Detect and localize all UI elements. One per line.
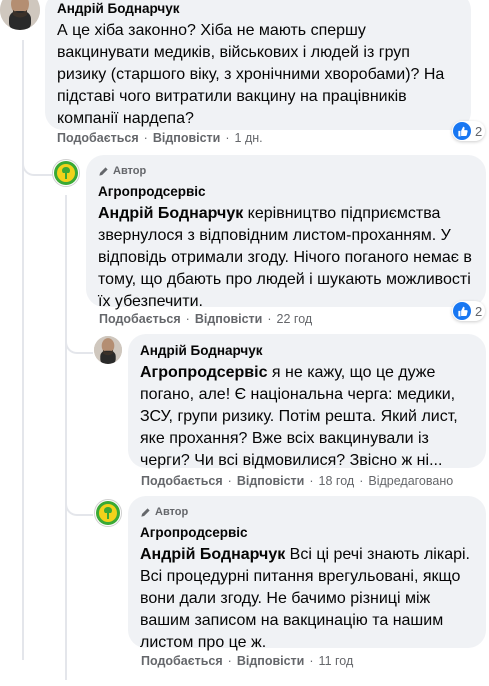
reply-actions: Подобається · Відповісти · 11 год xyxy=(141,654,353,668)
avatar[interactable] xyxy=(94,499,122,527)
reply-button[interactable]: Відповісти xyxy=(237,474,305,488)
comment-actions: Подобається · Відповісти · 1 дн. xyxy=(57,131,263,145)
like-reaction-icon xyxy=(453,302,471,320)
reply-text: Андрій Боднарчук Всі ці речі знають ліка… xyxy=(140,546,470,651)
timestamp[interactable]: 1 дн. xyxy=(235,131,263,145)
like-button[interactable]: Подобається xyxy=(141,474,223,488)
reply-bubble: Автор Агропродсервіс Андрій Боднарчук Вс… xyxy=(128,496,486,651)
thread-curve-reply-2 xyxy=(65,320,93,354)
user-photo-icon xyxy=(0,0,40,30)
thread-curve-reply-1 xyxy=(22,150,52,176)
reply-actions: Подобається · Відповісти · 22 год xyxy=(99,312,312,326)
separator-dot: · xyxy=(225,131,230,145)
mention-link[interactable]: Андрій Боднарчук xyxy=(140,546,285,563)
reply-button[interactable]: Відповісти xyxy=(153,131,221,145)
reply-text: Агропродсервіс я не кажу, що це дуже пог… xyxy=(140,364,458,469)
mention-link[interactable]: Агропродсервіс xyxy=(140,364,267,381)
edited-label[interactable]: Відредаговано xyxy=(368,474,453,488)
reply-text: Андрій Боднарчук керівництво підприємств… xyxy=(98,205,472,310)
pen-icon xyxy=(141,507,150,517)
author-badge: Автор xyxy=(98,163,474,179)
reply-bubble: Автор Агропродсервіс Андрій Боднарчук ке… xyxy=(86,155,486,310)
timestamp[interactable]: 18 год xyxy=(319,474,355,488)
comment-author[interactable]: Андрій Боднарчук xyxy=(57,0,459,18)
like-button[interactable]: Подобається xyxy=(141,654,223,668)
reply-author[interactable]: Агропродсервіс xyxy=(140,524,474,542)
reaction-count[interactable]: 2 xyxy=(452,301,486,321)
company-logo-icon xyxy=(96,501,120,525)
reply-author[interactable]: Андрій Боднарчук xyxy=(140,342,474,360)
timestamp[interactable]: 11 год xyxy=(319,654,354,668)
mention-link[interactable]: Андрій Боднарчук xyxy=(98,205,243,222)
separator-dot: · xyxy=(309,654,314,668)
separator-dot: · xyxy=(359,474,364,488)
reaction-number: 2 xyxy=(475,123,483,139)
pen-icon xyxy=(99,166,108,176)
reply-button[interactable]: Відповісти xyxy=(237,654,305,668)
timestamp[interactable]: 22 год xyxy=(277,312,313,326)
separator-dot: · xyxy=(227,654,232,668)
comment-bubble: Андрій Боднарчук А це хіба законно? Хіба… xyxy=(45,0,471,130)
avatar[interactable] xyxy=(94,336,122,364)
like-button[interactable]: Подобається xyxy=(57,131,139,145)
separator-dot: · xyxy=(143,131,148,145)
user-photo-icon xyxy=(94,336,122,364)
company-logo-icon xyxy=(54,161,78,185)
separator-dot: · xyxy=(309,474,314,488)
comment-text: А це хіба законно? Хіба не мають спершу … xyxy=(57,22,445,127)
like-button[interactable]: Подобається xyxy=(99,312,181,326)
avatar[interactable] xyxy=(52,159,80,187)
separator-dot: · xyxy=(227,474,232,488)
like-reaction-icon xyxy=(453,122,471,140)
separator-dot: · xyxy=(267,312,272,326)
thread-line-nested xyxy=(65,195,67,680)
separator-dot: · xyxy=(185,312,190,326)
reaction-number: 2 xyxy=(475,303,483,319)
thread-line-main xyxy=(22,40,24,660)
thread-curve-reply-3 xyxy=(65,478,93,516)
author-badge: Автор xyxy=(140,504,474,520)
reply-actions: Подобається · Відповісти · 18 год · Відр… xyxy=(141,474,453,488)
reply-button[interactable]: Відповісти xyxy=(195,312,263,326)
avatar[interactable] xyxy=(0,0,40,30)
reply-bubble: Андрій Боднарчук Агропродсервіс я не каж… xyxy=(128,334,486,469)
reaction-count[interactable]: 2 xyxy=(452,121,486,141)
reply-author[interactable]: Агропродсервіс xyxy=(98,183,474,201)
